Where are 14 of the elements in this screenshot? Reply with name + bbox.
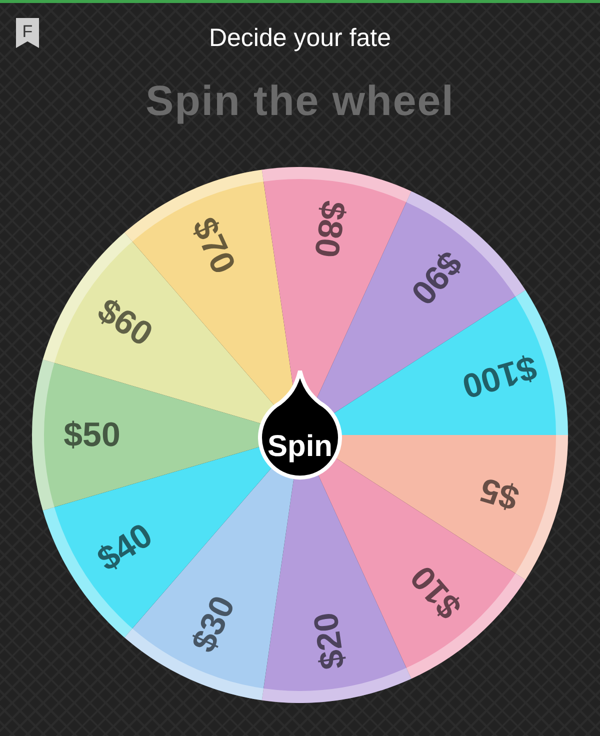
segment-label: $5 <box>476 470 524 518</box>
bookmark-badge[interactable]: F <box>16 18 39 48</box>
heading: Spin the wheel <box>146 76 454 126</box>
segment-label: $20 <box>306 610 352 672</box>
segment-label: $10 <box>403 558 470 626</box>
segment-label: $60 <box>90 291 160 354</box>
window-title: Decide your fate <box>208 23 392 54</box>
segment-label: $90 <box>403 244 470 312</box>
segment-label: $30 <box>184 590 243 658</box>
segment-label: $50 <box>64 416 120 454</box>
segment-label: $70 <box>184 212 243 280</box>
segment-label: $100 <box>458 348 542 406</box>
segment-label: $80 <box>306 198 352 260</box>
segment-label: $40 <box>90 516 160 579</box>
